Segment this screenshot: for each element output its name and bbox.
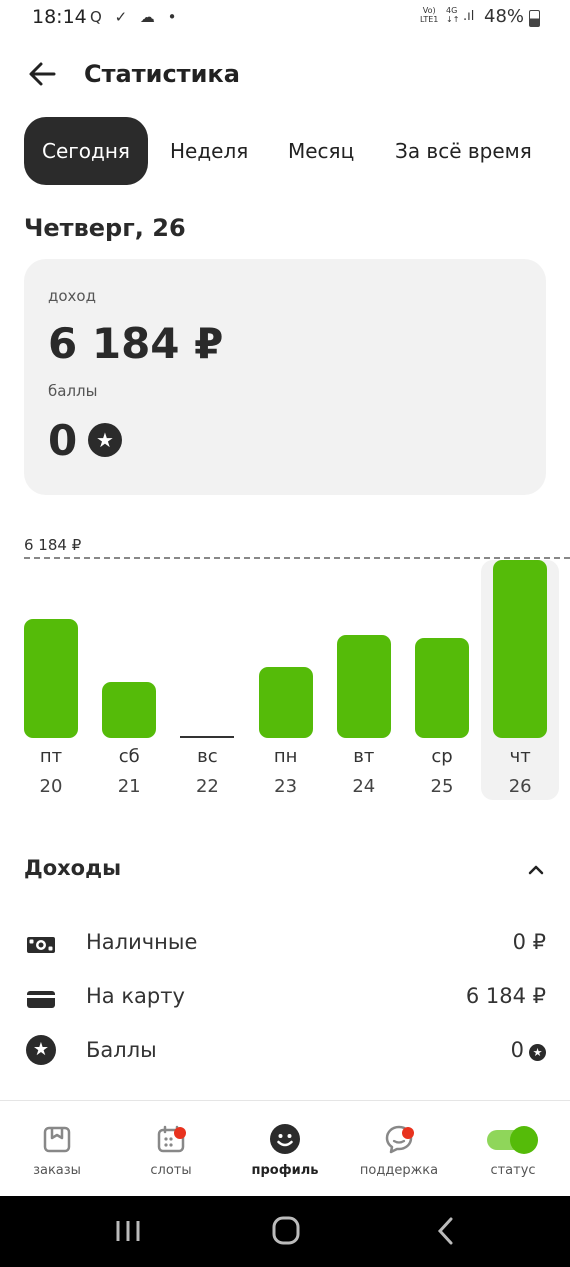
volte-icon: Vo) LTE1 xyxy=(420,6,439,24)
nav-label: профиль xyxy=(251,1163,319,1178)
star-icon: ★ xyxy=(26,1035,56,1065)
chart-max-line xyxy=(24,557,570,559)
chart-date-label: 23 xyxy=(274,776,298,797)
income-section-title: Доходы xyxy=(24,856,122,880)
recent-apps-icon[interactable] xyxy=(108,1214,148,1248)
toggle-icon[interactable] xyxy=(486,1125,540,1155)
income-row-label: На карту xyxy=(86,984,185,1008)
cash-icon xyxy=(27,937,55,953)
income-row-value: 6 184 ₽ xyxy=(465,984,546,1008)
network-4g-icon: 4G ↓↑ xyxy=(446,6,460,24)
star-icon: ★ xyxy=(529,1044,546,1061)
tab-today[interactable]: Сегодня xyxy=(24,117,148,185)
chart-date-label: 25 xyxy=(430,776,454,797)
weekly-income-chart: 6 184 ₽ пт 20 сб 21 вс 22 пн 23 вт 24 ср 25 чт 26 xyxy=(0,530,570,810)
chart-max-label: 6 184 ₽ xyxy=(24,536,82,554)
bottom-navigation: заказы слоты профиль поддержка статус xyxy=(0,1100,570,1197)
income-row-label: Наличные xyxy=(86,930,198,954)
income-row-label: Баллы xyxy=(86,1038,157,1062)
points-value: 0 xyxy=(48,416,78,465)
chart-day-label: вс xyxy=(197,746,218,767)
summary-card: доход 6 184 ₽ баллы 0 ★ xyxy=(24,259,546,495)
page-title: Статистика xyxy=(84,60,240,88)
chart-bar[interactable] xyxy=(24,618,78,738)
card-icon xyxy=(27,991,55,1008)
battery-icon xyxy=(529,10,540,27)
status-time: 18:14 xyxy=(32,6,87,28)
nav-label: статус xyxy=(490,1163,536,1178)
tab-all-time[interactable]: За всё время xyxy=(395,117,532,185)
chevron-up-icon[interactable] xyxy=(526,860,546,880)
header: Статистика xyxy=(0,50,570,106)
system-navigation-bar xyxy=(0,1196,570,1267)
signal-icon: .ıl xyxy=(463,9,475,24)
smile-icon xyxy=(270,1124,300,1154)
nav-slots[interactable]: слоты xyxy=(114,1101,228,1197)
income-row-value: 0 ₽ xyxy=(512,930,546,954)
home-icon[interactable] xyxy=(266,1214,306,1248)
chart-day-label: ср xyxy=(431,746,453,767)
chart-day-label: сб xyxy=(118,746,140,767)
chart-bar[interactable] xyxy=(258,667,313,738)
chart-date-label: 26 xyxy=(508,776,532,797)
orders-icon xyxy=(43,1126,71,1153)
back-icon[interactable] xyxy=(426,1214,466,1248)
income-row-card: На карту 6 184 ₽ xyxy=(24,978,546,1018)
nav-status[interactable]: статус xyxy=(456,1101,570,1197)
nav-label: слоты xyxy=(150,1163,192,1178)
chart-bar[interactable] xyxy=(493,560,548,738)
status-bar: 18:14 Q ✓ ☁ • Vo) LTE1 4G ↓↑ .ıl 48% xyxy=(0,0,570,36)
chart-day-label: чт xyxy=(509,746,531,767)
chart-date-label: 21 xyxy=(117,776,141,797)
nav-support[interactable]: поддержка xyxy=(342,1101,456,1197)
income-value: 6 184 ₽ xyxy=(48,319,224,368)
day-title: Четверг, 26 xyxy=(24,214,186,242)
points-label: баллы xyxy=(48,382,98,400)
chart-date-label: 20 xyxy=(39,776,63,797)
arrow-left-icon[interactable] xyxy=(26,58,58,90)
chart-day-label: пт xyxy=(39,746,63,767)
income-row-value: 0 xyxy=(510,1038,524,1062)
income-row-cash: Наличные 0 ₽ xyxy=(24,924,546,964)
tab-week[interactable]: Неделя xyxy=(170,117,248,185)
chart-bar[interactable] xyxy=(102,682,157,738)
nav-profile[interactable]: профиль xyxy=(228,1101,342,1197)
nav-label: поддержка xyxy=(359,1163,439,1178)
period-tabs: Сегодня Неделя Месяц За всё время xyxy=(24,117,570,185)
chart-bar[interactable] xyxy=(180,736,235,738)
chart-date-label: 22 xyxy=(195,776,219,797)
chart-bar[interactable] xyxy=(415,638,469,738)
chart-day-label: пн xyxy=(273,746,298,767)
chart-date-label: 24 xyxy=(352,776,376,797)
nav-label: заказы xyxy=(33,1163,81,1178)
support-badge xyxy=(402,1127,414,1139)
star-icon: ★ xyxy=(88,423,122,457)
nav-orders[interactable]: заказы xyxy=(0,1101,114,1197)
chart-day-label: вт xyxy=(353,746,375,767)
income-row-points: ★ Баллы 0 ★ xyxy=(24,1032,546,1072)
chart-bar[interactable] xyxy=(336,634,391,738)
income-label: доход xyxy=(48,287,96,305)
tab-month[interactable]: Месяц xyxy=(288,117,354,185)
battery-percent: 48% xyxy=(484,6,525,27)
slots-badge xyxy=(174,1127,186,1139)
status-notification-icons: Q ✓ ☁ • xyxy=(90,8,181,26)
